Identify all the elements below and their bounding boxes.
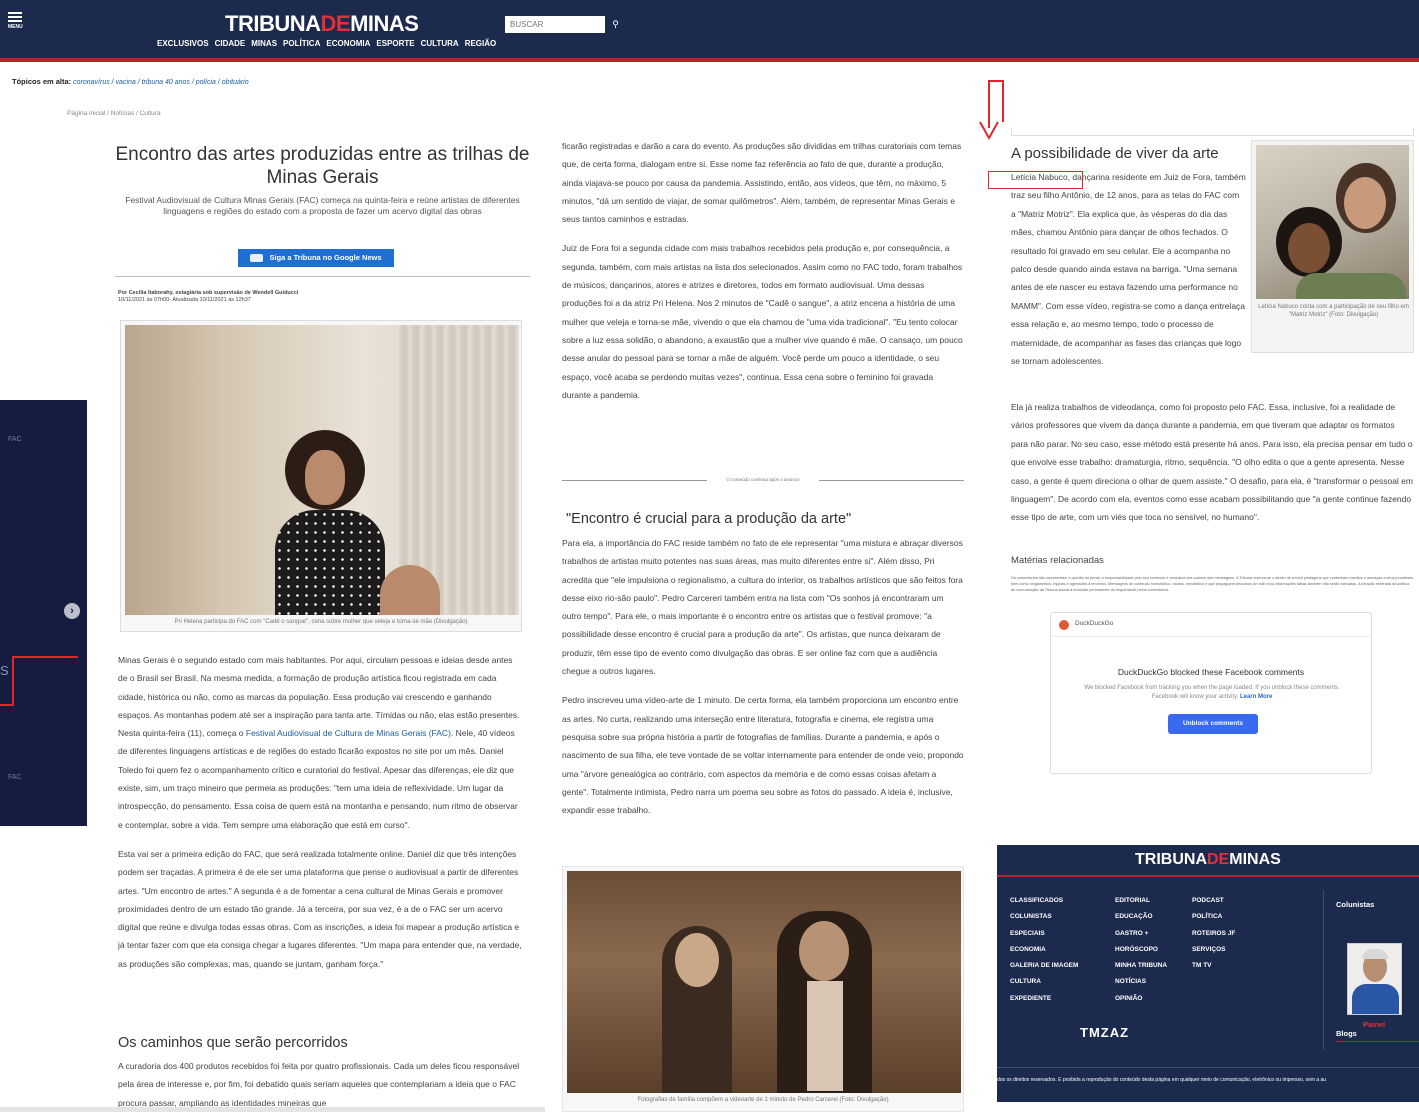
footer-link[interactable]: GALERIA DE IMAGEM [1010,958,1078,974]
partner-logo[interactable]: TMZAZ [1080,1025,1129,1040]
unblock-comments-button[interactable]: Unblock comments [1168,714,1258,734]
colunistas-heading[interactable]: Colunistas [1336,900,1374,909]
duckduckgo-icon [1059,620,1069,630]
annotation-box [988,171,1083,189]
sidebar-box-edge [1011,128,1414,136]
right-col-text: Letícia Nabuco, dançarina residente em J… [1011,172,1246,367]
slider-letter: S [0,663,9,678]
section-heading-caminhos: Os caminhos que serão percorridos [118,1035,348,1051]
search-input[interactable] [505,16,605,33]
section-heading-encontro: "Encontro é crucial para a produção da a… [566,511,852,527]
annotation-line [12,656,78,658]
slider-label: FAC [8,436,22,443]
figure-caption: Pri Helena participa do FAC com "Cadê o … [174,619,468,625]
footer-link[interactable]: CLASSIFICADOS [1010,893,1078,909]
footer: TRIBUNADEMINAS CLASSIFICADOS COLUNISTAS … [997,845,1419,1102]
footer-links-col2: EDITORIAL EDUCAÇÃO GASTRO + HORÓSCOPO MI… [1115,893,1167,1007]
footer-link[interactable]: NOTÍCIAS [1115,974,1167,990]
ad-separator: O conteúdo continua após o anúncio [562,475,964,485]
ddg-description: We blocked Facebook from tracking you wh… [1084,685,1340,700]
slider-label-2: FAC [8,774,22,781]
footer-link[interactable]: ROTEIROS JF [1192,926,1235,942]
photo-family[interactable] [567,871,961,1093]
article-body-col2-cont: Para ela, a importância do FAC reside ta… [562,538,964,816]
footer-link[interactable]: EXPEDIENTE [1010,991,1078,1007]
search-icon: ⚲ [612,19,619,29]
site-logo[interactable]: TRIBUNADEMINAS [225,11,419,37]
google-news-button[interactable]: Siga a Tribuna no Google News [238,249,394,267]
annotation-line [989,80,1004,82]
divider [115,276,530,277]
trending-topics: Tópicos em alta: coronavírus / vacina / … [12,77,249,86]
nav-exclusivos[interactable]: EXCLUSIVOS [157,39,209,48]
footer-link[interactable]: PODCAST [1192,893,1235,909]
learn-more-link[interactable]: Learn More [1240,694,1272,700]
footer-link[interactable]: COLUNISTAS [1010,909,1078,925]
blogs-heading[interactable]: Blogs [1336,1029,1357,1038]
annotation-line [1002,80,1004,122]
footer-links-col3: PODCAST POLÍTICA ROTEIROS JF SERVIÇOS TM… [1192,893,1235,974]
columnist-avatar[interactable] [1347,943,1402,1015]
footer-link[interactable]: CULTURA [1010,974,1078,990]
nav-politica[interactable]: POLÍTICA [283,39,320,48]
comments-disclaimer: Os comentários não representam a opinião… [1011,576,1414,592]
hamburger-icon [8,12,22,14]
related-heading: Matérias relacionadas [1011,555,1104,566]
trending-links[interactable]: coronavírus / vacina / tribuna 40 anos /… [73,79,249,86]
section-heading-possibilidade: A possibilidade de viver da arte [1011,145,1219,162]
footer-link[interactable]: ECONOMIA [1010,942,1078,958]
nav-esporte[interactable]: ESPORTE [376,39,414,48]
photo-pri-helena[interactable] [125,325,519,615]
footer-link[interactable]: POLÍTICA [1192,909,1235,925]
article-figure-1: Pri Helena participa do FAC com "Cadê o … [120,320,522,632]
footer-link[interactable]: SERVIÇOS [1192,942,1235,958]
article-body-col2: ficarão registradas e darão a cara do ev… [562,141,963,400]
right-figure: Letícia Nabuco conta com a participação … [1251,140,1414,353]
main-nav: EXCLUSIVOS CIDADE MINAS POLÍTICA ECONOMI… [157,39,496,48]
nav-economia[interactable]: ECONOMIA [326,39,370,48]
footer-link[interactable]: OPINIÃO [1115,991,1167,1007]
nav-regiao[interactable]: REGIÃO [465,39,497,48]
annotation-arrow-icon [979,121,999,141]
painel-link[interactable]: Painel [1363,1020,1385,1029]
photo-leticia-nabuco[interactable] [1256,145,1409,299]
nav-cultura[interactable]: CULTURA [421,39,459,48]
figure-caption-2: Fotografias de família compõem a videoar… [637,1097,889,1103]
byline: Por Cecília Itaborahy, estagiária sob su… [118,290,299,303]
annotation-line [12,656,14,706]
figure-caption-3: Letícia Nabuco conta com a participação … [1258,304,1409,318]
copyright: dos os direitos reservados. É proibida a… [997,1077,1327,1083]
chevron-right-icon[interactable]: › [64,603,80,619]
article-title: Encontro das artes produzidas entre as t… [115,144,530,188]
footer-link[interactable]: HORÓSCOPO [1115,942,1167,958]
nav-minas[interactable]: MINAS [251,39,277,48]
breadcrumb[interactable]: Página inicial / Notícias / Cultura [67,110,161,117]
ddg-title: DuckDuckGo blocked these Facebook commen… [1117,667,1305,677]
article-body-col1: Minas Gerais é o segundo estado com mais… [118,655,522,969]
annotation-line [0,704,14,706]
festival-link[interactable]: Festival Audiovisual de Cultura de Minas… [246,728,451,738]
footer-logo[interactable]: TRIBUNADEMINAS [1135,851,1281,869]
article-body-col1-cont: A curadoria dos 400 produtos recebidos f… [118,1061,520,1108]
top-bar: MENU TRIBUNADEMINAS EXCLUSIVOS CIDADE MI… [0,0,1419,58]
left-slider-overlay: FAC › S FAC [0,400,87,826]
footer-link[interactable]: GASTRO + [1115,926,1167,942]
footer-link[interactable]: TM TV [1192,958,1235,974]
nav-cidade[interactable]: CIDADE [215,39,246,48]
footer-link[interactable]: MINHA TRIBUNA [1115,958,1167,974]
footer-link[interactable]: ESPECIAIS [1010,926,1078,942]
horizontal-scrollbar[interactable] [0,1107,545,1112]
menu-button[interactable]: MENU [8,10,30,40]
google-news-icon [250,254,264,263]
right-col-text-2: Ela já realiza trabalhos de videodança, … [1011,402,1413,523]
menu-label: MENU [8,24,23,30]
search-button[interactable]: ⚲ [605,16,626,33]
article-figure-2: Fotografias de família compõem a videoar… [562,866,964,1112]
footer-link[interactable]: EDITORIAL [1115,893,1167,909]
header-accent-line [0,58,1419,62]
article-subtitle: Festival Audiovisual de Cultura Minas Ge… [125,195,520,216]
duckduckgo-comments-blocker: DuckDuckGo DuckDuckGo blocked these Face… [1050,612,1372,774]
footer-link[interactable]: EDUCAÇÃO [1115,909,1167,925]
footer-links-col1: CLASSIFICADOS COLUNISTAS ESPECIAIS ECONO… [1010,893,1078,1007]
